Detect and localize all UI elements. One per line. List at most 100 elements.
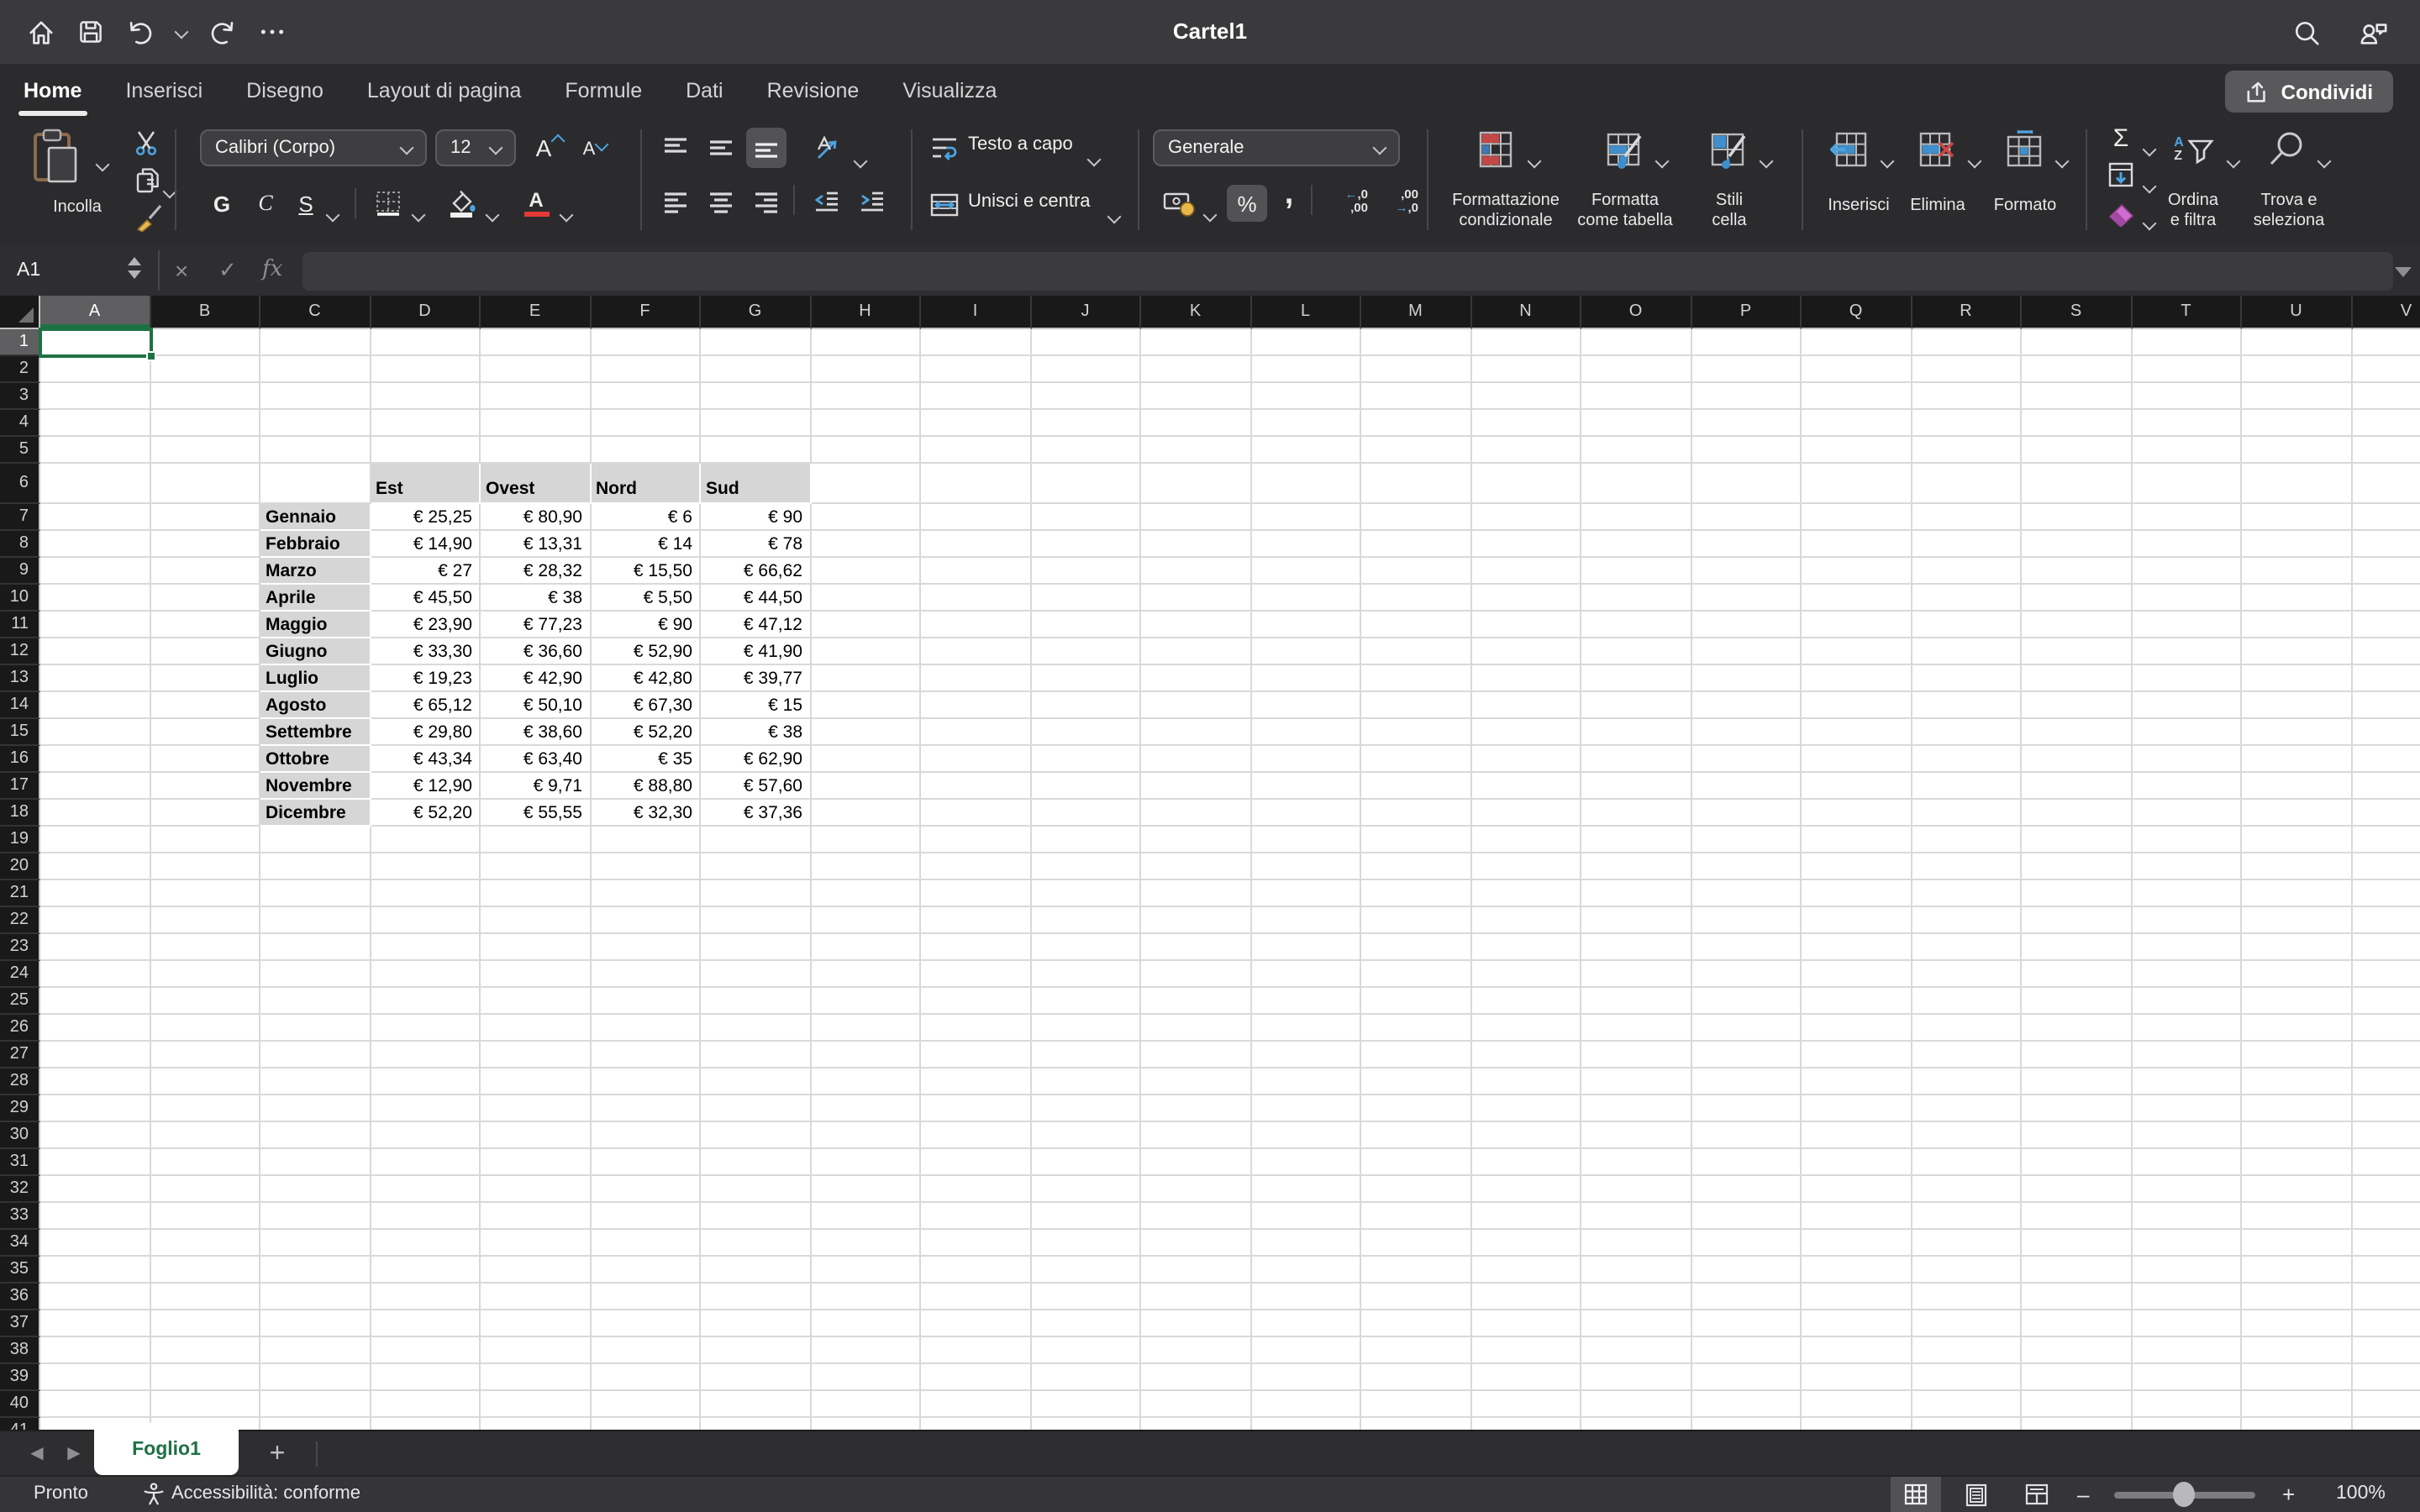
sheet-tab-foglio1[interactable]: Foglio1 (94, 1423, 239, 1475)
copy-button[interactable] (131, 165, 165, 195)
table-cell-G7[interactable]: € 90 (701, 504, 811, 531)
formula-input[interactable] (302, 251, 2393, 290)
row-header-16[interactable]: 16 (0, 746, 40, 773)
cell-N26[interactable] (1471, 1015, 1581, 1042)
cell-P11[interactable] (1691, 612, 1802, 638)
cell-T38[interactable] (2132, 1337, 2242, 1364)
cell-Q27[interactable] (1802, 1042, 1912, 1068)
cell-P26[interactable] (1691, 1015, 1802, 1042)
cell-O26[interactable] (1581, 1015, 1691, 1042)
cell-A37[interactable] (40, 1310, 150, 1337)
cell-N40[interactable] (1471, 1391, 1581, 1418)
cell-B16[interactable] (150, 746, 260, 773)
cell-I3[interactable] (921, 383, 1031, 410)
font-size-select[interactable]: 12 (435, 129, 516, 166)
cell-L10[interactable] (1251, 585, 1361, 612)
cell-V11[interactable] (2352, 612, 2420, 638)
table-cell-E14[interactable]: € 50,10 (481, 692, 591, 719)
cell-B3[interactable] (150, 383, 260, 410)
cell-K39[interactable] (1141, 1364, 1251, 1391)
cell-Q41[interactable] (1802, 1418, 1912, 1430)
cell-U19[interactable] (2242, 827, 2352, 853)
cell-T4[interactable] (2132, 410, 2242, 437)
cell-J12[interactable] (1031, 638, 1141, 665)
cell-T25[interactable] (2132, 988, 2242, 1015)
cell-G33[interactable] (701, 1203, 811, 1230)
cell-I11[interactable] (921, 612, 1031, 638)
cell-H26[interactable] (811, 1015, 921, 1042)
cell-R41[interactable] (1912, 1418, 2022, 1430)
fill-handle[interactable] (145, 351, 155, 361)
cell-M25[interactable] (1361, 988, 1471, 1015)
cell-N27[interactable] (1471, 1042, 1581, 1068)
cell-P39[interactable] (1691, 1364, 1802, 1391)
align-left-button[interactable] (655, 181, 696, 222)
cell-A39[interactable] (40, 1364, 150, 1391)
column-header-U[interactable]: U (2242, 296, 2352, 329)
cell-E25[interactable] (481, 988, 591, 1015)
sort-filter-button[interactable]: AZ (2168, 124, 2222, 175)
cell-R21[interactable] (1912, 880, 2022, 907)
cell-R5[interactable] (1912, 437, 2022, 464)
cell-U10[interactable] (2242, 585, 2352, 612)
cell-S9[interactable] (2022, 558, 2132, 585)
cell-I27[interactable] (921, 1042, 1031, 1068)
cell-O16[interactable] (1581, 746, 1691, 773)
cell-F41[interactable] (591, 1418, 701, 1430)
cell-C5[interactable] (260, 437, 371, 464)
cell-H12[interactable] (811, 638, 921, 665)
cell-Q32[interactable] (1802, 1176, 1912, 1203)
cell-J10[interactable] (1031, 585, 1141, 612)
cell-H33[interactable] (811, 1203, 921, 1230)
cell-C36[interactable] (260, 1284, 371, 1310)
cell-Q13[interactable] (1802, 665, 1912, 692)
table-cell-G15[interactable]: € 38 (701, 719, 811, 746)
cell-K8[interactable] (1141, 531, 1251, 558)
cell-U17[interactable] (2242, 773, 2352, 800)
cell-H28[interactable] (811, 1068, 921, 1095)
cell-P1[interactable] (1691, 329, 1802, 356)
cell-M35[interactable] (1361, 1257, 1471, 1284)
cell-V2[interactable] (2352, 356, 2420, 383)
row-header-14[interactable]: 14 (0, 692, 40, 719)
cell-J27[interactable] (1031, 1042, 1141, 1068)
cell-M26[interactable] (1361, 1015, 1471, 1042)
cell-J20[interactable] (1031, 853, 1141, 880)
cell-O12[interactable] (1581, 638, 1691, 665)
cell-T41[interactable] (2132, 1418, 2242, 1430)
cell-R40[interactable] (1912, 1391, 2022, 1418)
cell-K24[interactable] (1141, 961, 1251, 988)
cell-F38[interactable] (591, 1337, 701, 1364)
cell-O8[interactable] (1581, 531, 1691, 558)
cell-C3[interactable] (260, 383, 371, 410)
cell-B19[interactable] (150, 827, 260, 853)
cell-T1[interactable] (2132, 329, 2242, 356)
cell-B33[interactable] (150, 1203, 260, 1230)
cell-J7[interactable] (1031, 504, 1141, 531)
cell-Q22[interactable] (1802, 907, 1912, 934)
cell-H21[interactable] (811, 880, 921, 907)
cell-R24[interactable] (1912, 961, 2022, 988)
cell-C4[interactable] (260, 410, 371, 437)
cell-J2[interactable] (1031, 356, 1141, 383)
cell-V14[interactable] (2352, 692, 2420, 719)
table-cell-E9[interactable]: € 28,32 (481, 558, 591, 585)
cell-E40[interactable] (481, 1391, 591, 1418)
cell-R20[interactable] (1912, 853, 2022, 880)
cell-J8[interactable] (1031, 531, 1141, 558)
cell-O13[interactable] (1581, 665, 1691, 692)
row-header-37[interactable]: 37 (0, 1310, 40, 1337)
cell-B11[interactable] (150, 612, 260, 638)
cell-D41[interactable] (371, 1418, 481, 1430)
cell-R3[interactable] (1912, 383, 2022, 410)
cell-C29[interactable] (260, 1095, 371, 1122)
cell-H34[interactable] (811, 1230, 921, 1257)
cell-C33[interactable] (260, 1203, 371, 1230)
zoom-in-button[interactable]: + (2282, 1482, 2295, 1507)
cell-styles-button[interactable] (1707, 128, 1751, 171)
cell-L19[interactable] (1251, 827, 1361, 853)
cell-V4[interactable] (2352, 410, 2420, 437)
row-header-26[interactable]: 26 (0, 1015, 40, 1042)
cell-U24[interactable] (2242, 961, 2352, 988)
cell-I14[interactable] (921, 692, 1031, 719)
